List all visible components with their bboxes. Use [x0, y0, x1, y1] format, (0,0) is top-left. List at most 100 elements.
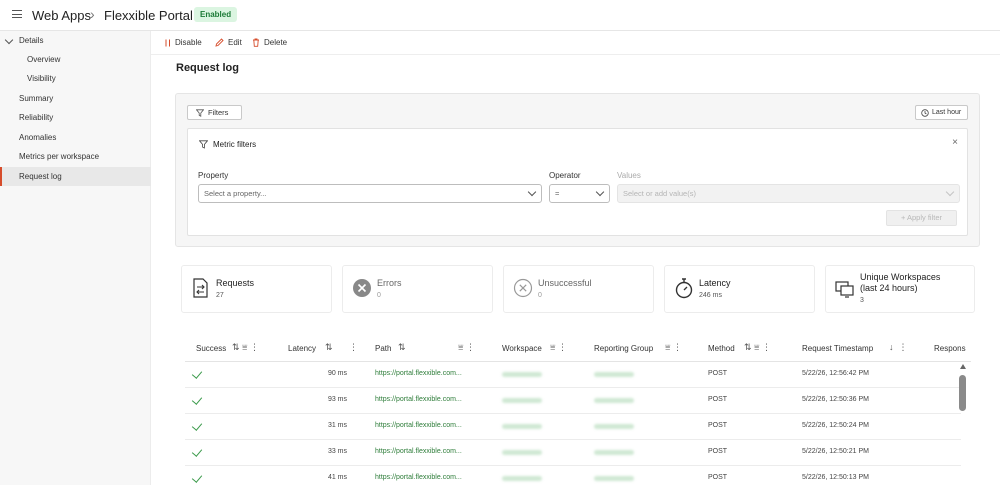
- filter-panel: Filters Last hour Metric filters × Prope…: [175, 93, 980, 247]
- table-row[interactable]: 93 ms https://portal.flexxible.com... PO…: [185, 388, 961, 414]
- delete-button[interactable]: Delete: [252, 38, 287, 47]
- column-header-path[interactable]: Path: [375, 344, 391, 353]
- sort-icon[interactable]: ⇅: [398, 342, 406, 353]
- property-placeholder: Select a property...: [204, 189, 267, 198]
- sidebar-item-label: Summary: [19, 94, 54, 103]
- sidebar-item-reliability[interactable]: Reliability: [0, 108, 151, 127]
- column-menu-icon[interactable]: ⋮: [349, 342, 358, 353]
- column-header-latency[interactable]: Latency: [288, 344, 316, 353]
- workspace-cell-redacted: [502, 476, 542, 481]
- method-cell: POST: [708, 370, 728, 377]
- timestamp-cell: 5/22/26, 12:50:36 PM: [802, 396, 869, 403]
- table-row[interactable]: 90 ms https://portal.flexxible.com... PO…: [185, 362, 961, 388]
- values-label: Values: [617, 171, 641, 180]
- sidebar-item-overview[interactable]: Overview: [0, 50, 151, 69]
- filter-menu-icons[interactable]: ⩸ ⋮: [458, 342, 475, 353]
- breadcrumb-web-apps[interactable]: Web Apps: [32, 8, 91, 23]
- sidebar-item-summary[interactable]: Summary: [0, 89, 151, 108]
- stat-title-line1: Unique Workspaces: [860, 272, 941, 282]
- metric-filters-title: Metric filters: [213, 140, 257, 149]
- workspace-cell-redacted: [502, 398, 542, 403]
- sidebar-item-label: Overview: [27, 55, 61, 64]
- success-check-icon: [191, 472, 203, 483]
- sidebar-group-details[interactable]: Details: [0, 31, 151, 50]
- sort-desc-menu-icons[interactable]: ↓ ⋮: [889, 342, 908, 353]
- disable-button[interactable]: Disable: [165, 38, 202, 47]
- method-cell: POST: [708, 396, 728, 403]
- stat-title: Unique Workspaces (last 24 hours): [860, 272, 940, 294]
- table-row[interactable]: 31 ms https://portal.flexxible.com... PO…: [185, 414, 961, 440]
- pause-icon: [165, 39, 170, 46]
- success-check-icon: [191, 420, 203, 431]
- timestamp-cell: 5/22/26, 12:50:24 PM: [802, 422, 869, 429]
- values-select[interactable]: Select or add value(s): [617, 184, 960, 203]
- values-placeholder: Select or add value(s): [623, 189, 696, 198]
- sort-filter-icons[interactable]: ⇅ ⩸ ⋮: [232, 342, 259, 353]
- edit-button[interactable]: Edit: [215, 38, 242, 47]
- chevron-down-icon: [527, 187, 537, 197]
- apply-filter-button[interactable]: + Apply filter: [886, 210, 957, 226]
- table-scrollbar-thumb[interactable]: [959, 375, 966, 411]
- unsuccessful-circle-icon: [513, 278, 533, 298]
- filter-menu-icons[interactable]: ⩸ ⋮: [665, 342, 682, 353]
- status-badge: Enabled: [194, 7, 238, 22]
- sort-icon[interactable]: ⇅: [325, 342, 333, 353]
- metric-filters-box: Metric filters × Property Select a prope…: [187, 128, 968, 236]
- reporting-group-cell-redacted: [594, 372, 634, 377]
- page-title-breadcrumb: Flexxible Portal: [104, 8, 193, 23]
- path-link[interactable]: https://portal.flexxible.com...: [375, 422, 462, 429]
- path-link[interactable]: https://portal.flexxible.com...: [375, 474, 462, 481]
- menu-icon[interactable]: [12, 10, 22, 18]
- table-row[interactable]: 41 ms https://portal.flexxible.com... PO…: [185, 466, 961, 485]
- sidebar-item-label: Visibility: [27, 74, 56, 83]
- sidebar-item-label: Metrics per workspace: [19, 152, 100, 161]
- sidebar-item-anomalies[interactable]: Anomalies: [0, 128, 151, 147]
- filter-icon: [199, 140, 208, 149]
- property-select[interactable]: Select a property...: [198, 184, 542, 203]
- timestamp-cell: 5/22/26, 12:56:42 PM: [802, 370, 869, 377]
- page-title: Request log: [176, 62, 239, 74]
- main-content: Request log Filters Last hour Metric fil…: [151, 55, 1000, 485]
- table-row[interactable]: 33 ms https://portal.flexxible.com... PO…: [185, 440, 961, 466]
- column-header-workspace[interactable]: Workspace: [502, 344, 542, 353]
- error-circle-icon: [353, 279, 371, 297]
- workspace-cell-redacted: [502, 450, 542, 455]
- column-header-success[interactable]: Success: [196, 344, 226, 353]
- path-link[interactable]: https://portal.flexxible.com...: [375, 396, 462, 403]
- reporting-group-cell-redacted: [594, 398, 634, 403]
- scroll-up-arrow-icon[interactable]: [960, 364, 966, 369]
- property-label: Property: [198, 171, 229, 180]
- method-cell: POST: [708, 448, 728, 455]
- trash-icon: [253, 38, 259, 47]
- latency-cell: 33 ms: [327, 448, 347, 455]
- sidebar-item-metrics-per-workspace[interactable]: Metrics per workspace: [0, 147, 151, 166]
- filter-menu-icons[interactable]: ⩸ ⋮: [550, 342, 567, 353]
- column-header-request-timestamp[interactable]: Request Timestamp: [802, 344, 873, 353]
- sidebar-item-request-log[interactable]: Request log: [0, 167, 151, 186]
- close-icon[interactable]: ×: [952, 137, 958, 148]
- success-check-icon: [191, 394, 203, 405]
- path-link[interactable]: https://portal.flexxible.com...: [375, 370, 462, 377]
- column-header-response[interactable]: Respons: [934, 344, 966, 353]
- table-header: Success ⇅ ⩸ ⋮ Latency ⇅ ⋮ Path ⇅ ⩸ ⋮ Wor…: [185, 335, 971, 362]
- time-range-button[interactable]: Last hour: [915, 105, 968, 120]
- sidebar-item-visibility[interactable]: Visibility: [0, 69, 151, 88]
- stat-card-latency: Latency 246 ms: [664, 265, 815, 313]
- latency-cell: 90 ms: [327, 370, 347, 377]
- stat-value: 3: [860, 297, 864, 304]
- disable-label: Disable: [175, 38, 202, 47]
- chevron-down-icon: [4, 35, 14, 45]
- column-header-method[interactable]: Method: [708, 344, 735, 353]
- filters-label: Filters: [208, 108, 229, 117]
- time-range-label: Last hour: [932, 109, 962, 116]
- stat-title: Errors: [377, 278, 402, 288]
- operator-select[interactable]: =: [549, 184, 610, 203]
- column-header-reporting-group[interactable]: Reporting Group: [594, 344, 653, 353]
- requests-icon: [193, 278, 208, 298]
- sort-filter-icons[interactable]: ⇅ ⩸ ⋮: [744, 342, 771, 353]
- operator-label: Operator: [549, 171, 581, 180]
- filters-button[interactable]: Filters: [187, 105, 242, 120]
- operator-value: =: [555, 189, 560, 198]
- success-check-icon: [191, 368, 203, 379]
- path-link[interactable]: https://portal.flexxible.com...: [375, 448, 462, 455]
